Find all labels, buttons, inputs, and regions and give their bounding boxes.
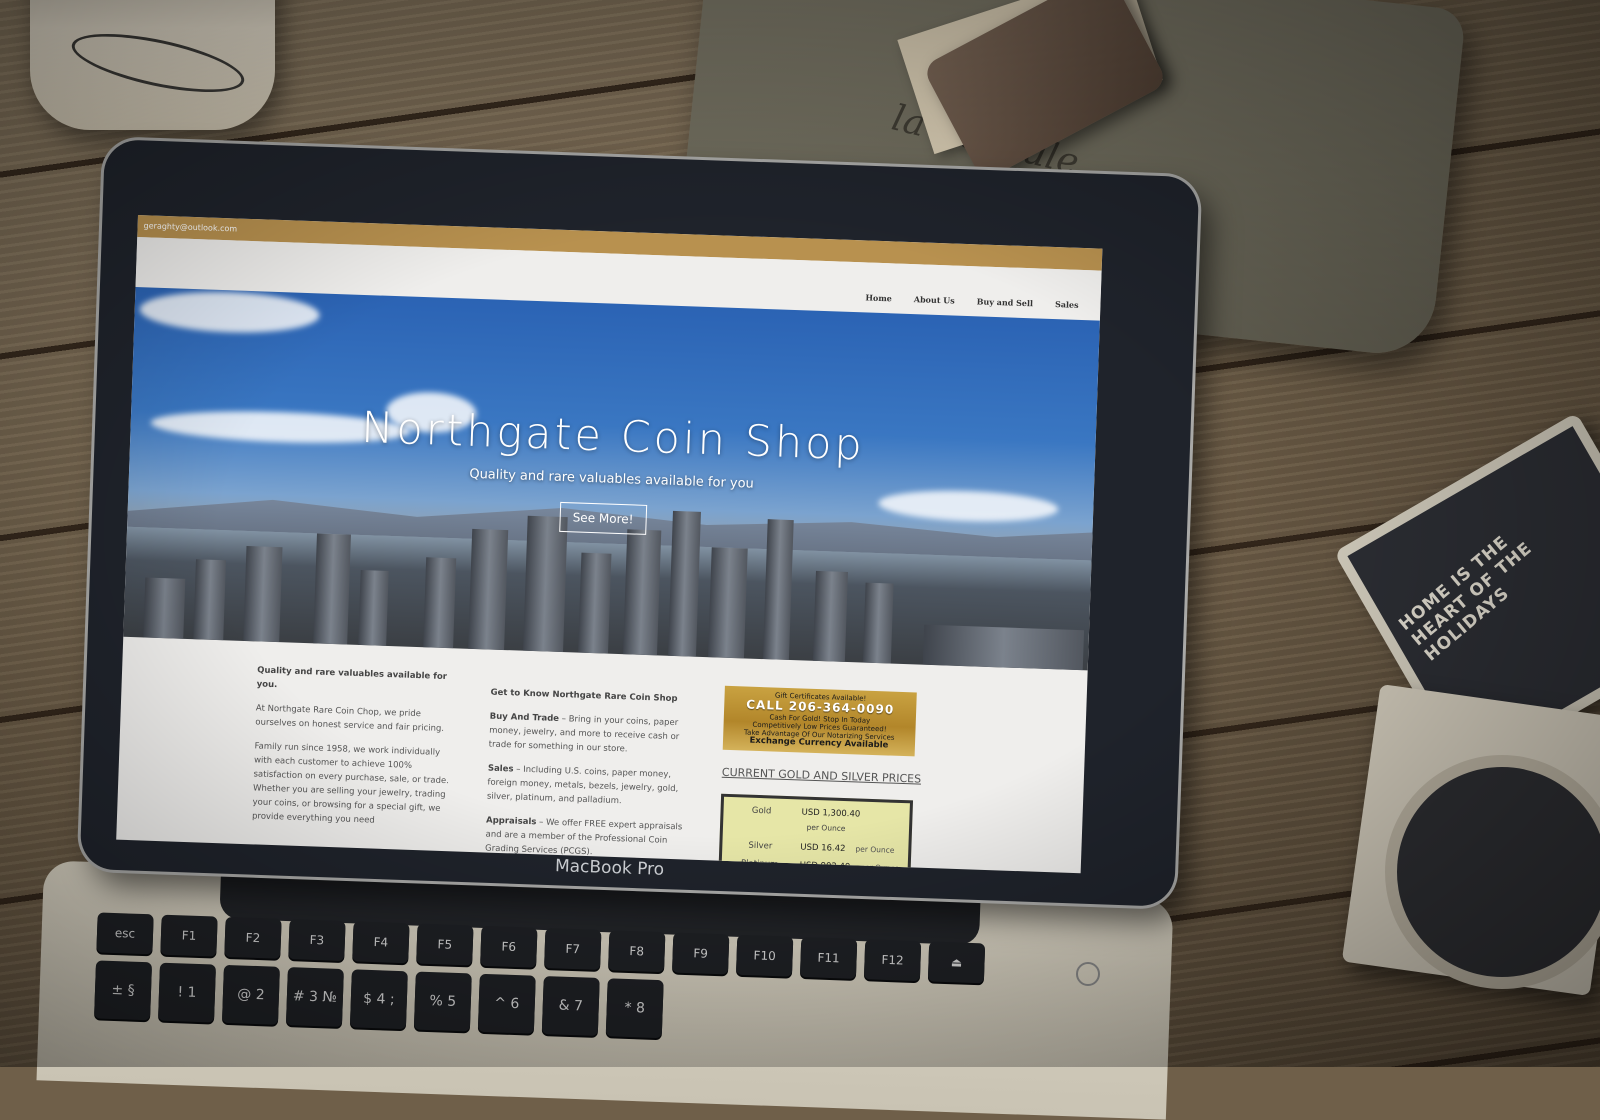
key-7[interactable]: & 7 [541,976,600,1036]
contact-email[interactable]: geraghty@outlook.com [143,221,237,233]
key-eject[interactable]: ⏏ [927,941,986,984]
service-label: Buy And Trade [489,711,560,725]
key-1[interactable]: ! 1 [158,962,217,1023]
building [423,557,457,649]
intro-paragraph-1: At Northgate Rare Coin Chop, we pride ou… [255,703,445,735]
service-label: Sales [487,763,514,775]
main-content: Quality and rare valuables available for… [116,637,1087,874]
key-f11[interactable]: F11 [799,936,858,979]
building [243,545,283,643]
building [193,559,227,641]
building [523,515,568,653]
services-heading: Get to Know Northgate Rare Coin Shop [490,687,678,705]
key-f4[interactable]: F4 [352,921,410,964]
nav-sales[interactable]: Sales [1055,299,1079,310]
key-f3[interactable]: F3 [288,919,346,962]
building [667,510,701,657]
building [862,582,894,664]
metal-price-table: Gold USD 1,300.40 per Ounce Silver USD 1… [718,793,914,874]
nav-about-us[interactable]: About Us [914,294,955,305]
key-f5[interactable]: F5 [416,923,474,966]
building [313,533,351,645]
building [707,547,748,659]
power-button-icon[interactable] [1076,962,1100,986]
building [358,569,389,646]
metal-name: Gold [751,805,772,817]
key-8[interactable]: * 8 [605,978,664,1039]
key-section[interactable]: ± § [94,960,153,1021]
key-6[interactable]: ^ 6 [477,973,536,1034]
building [812,570,848,662]
building [143,577,186,639]
building [762,519,794,660]
key-f1[interactable]: F1 [160,914,218,957]
service-item: Sales – Including U.S. coins, paper mone… [487,762,688,811]
laptop-model-label: MacBook Pro [554,856,665,880]
cloud [139,289,321,336]
intro-column: Quality and rare valuables available for… [250,663,457,872]
stadium-area [922,624,1085,671]
candle-jar [30,0,275,130]
promo-banner[interactable]: Gift Certificates Available! CALL 206-36… [722,685,917,757]
key-f2[interactable]: F2 [224,916,282,959]
building [577,552,612,654]
key-f8[interactable]: F8 [608,930,666,973]
building [468,528,509,651]
key-esc[interactable]: esc [96,912,154,955]
key-2[interactable]: @ 2 [221,964,280,1025]
key-4[interactable]: $ 4 ; [349,969,408,1030]
metal-price: USD 1,300.40 [801,807,861,820]
key-f10[interactable]: F10 [735,934,794,977]
key-f6[interactable]: F6 [480,925,538,968]
service-text: – Including U.S. coins, paper money, for… [486,764,679,807]
laptop-screen: geraghty@outlook.com Home About Us Buy a… [116,215,1103,874]
sidebar-column: Gift Certificates Available! CALL 206-36… [718,680,925,874]
building [622,529,662,656]
key-3[interactable]: # 3 № [285,967,344,1028]
key-5[interactable]: % 5 [413,971,472,1032]
price-row: Silver USD 16.42 per Ounce [730,838,900,858]
key-f12[interactable]: F12 [863,939,922,982]
jar-label [67,22,249,104]
key-f9[interactable]: F9 [672,932,730,975]
nav-buy-and-sell[interactable]: Buy and Sell [977,296,1034,308]
services-column: Get to Know Northgate Rare Coin Shop Buy… [484,672,691,874]
intro-paragraph-2: Family run since 1958, we work individua… [251,741,450,826]
price-unit: per Ounce [855,843,895,855]
metal-name: Silver [748,840,773,852]
service-item: Buy And Trade – Bring in your coins, pap… [488,710,689,759]
metal-price: USD 16.42 [800,842,846,854]
key-f7[interactable]: F7 [544,928,602,970]
nav-home[interactable]: Home [865,292,892,303]
prices-heading-link[interactable]: CURRENT GOLD AND SILVER PRICES [722,764,923,789]
service-label: Appraisals [485,815,537,828]
hero-banner: Northgate Coin Shop Quality and rare val… [123,286,1100,671]
see-more-button[interactable]: See More! [559,501,647,535]
intro-heading: Quality and rare valuables available for… [256,665,448,691]
main-nav: Home About Us Buy and Sell Sales Ap [865,292,1102,311]
